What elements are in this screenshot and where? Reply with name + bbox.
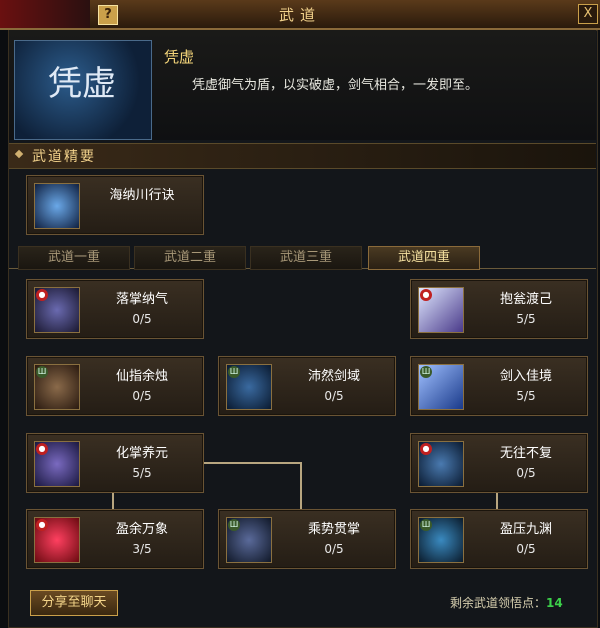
abyss-skill-icon: Ш: [418, 517, 464, 563]
blade-skill-icon: Ш: [418, 364, 464, 410]
skill-card[interactable]: Ш 乘势贯掌 0/5: [218, 509, 396, 569]
help-button[interactable]: ?: [98, 5, 118, 25]
skill-level: 0/5: [324, 389, 344, 403]
green-badge-icon: Ш: [420, 519, 432, 531]
sword-skill-icon: ●: [418, 287, 464, 333]
emblem-calligraphy: 凭虚: [48, 64, 116, 104]
skill-level: 3/5: [132, 542, 152, 556]
skill-name: 仙指余烛: [115, 369, 168, 384]
skill-name: 无往不复: [499, 446, 552, 461]
tab-tier-3[interactable]: 武道三重: [250, 246, 362, 270]
skill-card[interactable]: ● 抱瓮渡己 5/5: [410, 279, 588, 339]
tree-connector: [300, 462, 302, 509]
points-value: 14: [546, 596, 563, 610]
skill-name: 落掌纳气: [115, 292, 168, 307]
close-button[interactable]: X: [578, 4, 598, 24]
tree-connector: [112, 491, 114, 509]
red-badge-icon: ●: [420, 443, 432, 455]
sword-domain-icon: Ш: [226, 364, 272, 410]
skill-card[interactable]: ● 化掌养元 5/5: [26, 433, 204, 493]
skill-description: 凭虚御气为盾，以实破虚，剑气相合，一发即至。: [192, 78, 479, 93]
momentum-skill-icon: Ш: [226, 517, 272, 563]
skill-name: 化掌养元: [115, 446, 168, 461]
skill-level: 0/5: [132, 389, 152, 403]
tab-tier-1[interactable]: 武道一重: [18, 246, 130, 270]
palm-skill-icon: ●: [34, 287, 80, 333]
finger-skill-icon: Ш: [34, 364, 80, 410]
skill-level: 0/5: [516, 466, 536, 480]
skill-level: 5/5: [516, 312, 536, 326]
spirit-skill-icon: ●: [418, 441, 464, 487]
skill-card[interactable]: ● 盈余万象 3/5: [26, 509, 204, 569]
red-badge-icon: ●: [36, 289, 48, 301]
tab-tier-2[interactable]: 武道二重: [134, 246, 246, 270]
tree-connector: [202, 462, 302, 464]
essence-card[interactable]: 海纳川行诀: [26, 175, 204, 235]
green-badge-icon: Ш: [36, 366, 48, 378]
skill-card[interactable]: Ш 盈压九渊 0/5: [410, 509, 588, 569]
skill-name: 抱瓮渡己: [499, 292, 552, 307]
essence-name: 海纳川行诀: [109, 188, 175, 203]
tab-tier-4[interactable]: 武道四重: [368, 246, 480, 270]
corner-ornament: [0, 0, 90, 28]
skill-name: 凭虚: [164, 48, 195, 66]
skill-level: 0/5: [516, 542, 536, 556]
red-badge-icon: ●: [420, 289, 432, 301]
burst-skill-icon: ●: [34, 517, 80, 563]
skill-name: 乘势贯掌: [307, 522, 360, 537]
window-title: 武道: [278, 6, 321, 24]
tree-connector: [496, 491, 498, 509]
skill-card[interactable]: Ш 剑入佳境 5/5: [410, 356, 588, 416]
share-to-chat-button[interactable]: 分享至聊天: [30, 590, 118, 616]
green-badge-icon: Ш: [228, 519, 240, 531]
skill-card[interactable]: Ш 仙指余烛 0/5: [26, 356, 204, 416]
section-bar: [9, 143, 596, 169]
points-label: 剩余武道领悟点：: [450, 596, 547, 610]
skill-level: 0/5: [324, 542, 344, 556]
skill-name: 沛然剑域: [307, 369, 360, 384]
skill-name: 剑入佳境: [499, 369, 552, 384]
skill-name: 盈余万象: [115, 522, 168, 537]
skill-level: 5/5: [516, 389, 536, 403]
red-badge-icon: ●: [36, 443, 48, 455]
palm-skill-icon: ●: [34, 441, 80, 487]
remaining-points: 剩余武道领悟点：14: [450, 594, 563, 611]
skill-name: 盈压九渊: [499, 522, 552, 537]
green-badge-icon: Ш: [228, 366, 240, 378]
essence-skill-icon: [34, 183, 80, 229]
red-badge-icon: ●: [36, 519, 48, 531]
skill-level: 5/5: [132, 466, 152, 480]
skill-card[interactable]: ● 无往不复 0/5: [410, 433, 588, 493]
skill-level: 0/5: [132, 312, 152, 326]
green-badge-icon: Ш: [420, 366, 432, 378]
skill-card[interactable]: ● 落掌纳气 0/5: [26, 279, 204, 339]
skill-card[interactable]: Ш 沛然剑域 0/5: [218, 356, 396, 416]
section-title: 武道精要: [32, 149, 96, 165]
